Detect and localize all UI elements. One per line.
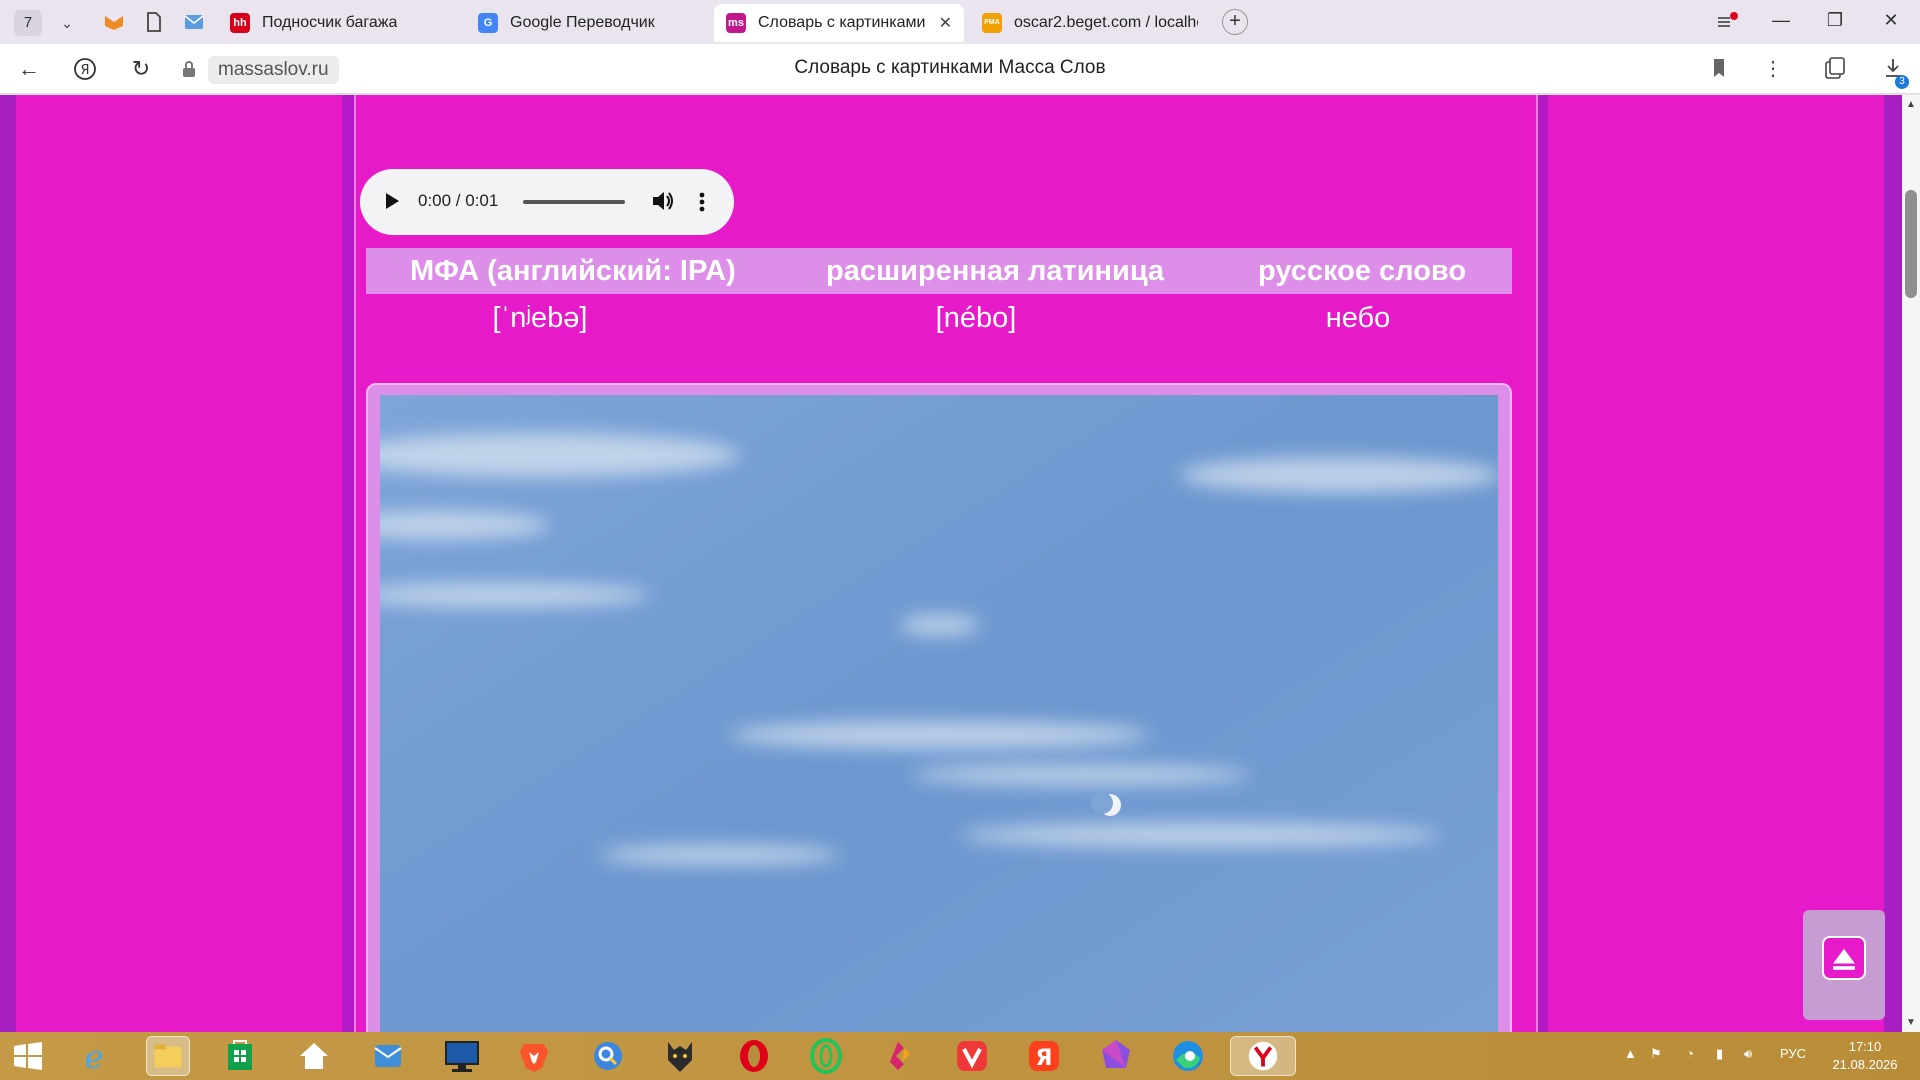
- tab-phpmyadmin[interactable]: PMA oscar2.beget.com / localho: [970, 4, 1210, 42]
- scroll-up-arrow-icon[interactable]: ▲: [1906, 99, 1916, 110]
- audio-time: 0:00 / 0:01: [418, 191, 499, 210]
- tab-title: Словарь с картинками: [758, 14, 926, 31]
- vertical-scrollbar[interactable]: ▲ ▼: [1902, 95, 1920, 1032]
- notifications-icon[interactable]: [1712, 10, 1742, 34]
- tab-title: Подносчик багажа: [262, 14, 398, 31]
- edge-icon[interactable]: [1168, 1036, 1208, 1076]
- value-russian: небо: [1325, 302, 1391, 334]
- pinned-tab-icon[interactable]: [102, 10, 126, 34]
- value-ipa: [ˈnʲebə]: [492, 302, 588, 334]
- volume-icon[interactable]: [650, 187, 676, 215]
- document-icon[interactable]: [142, 10, 166, 34]
- store-icon[interactable]: [220, 1036, 260, 1076]
- page-title: Словарь с картинками Масса Слов: [794, 57, 1106, 78]
- svg-text:Я: Я: [80, 63, 89, 78]
- downloads-count-badge: 3: [1895, 75, 1909, 89]
- value-latin: [nébo]: [935, 302, 1017, 334]
- mail-icon[interactable]: [182, 10, 206, 34]
- back-arrow-icon[interactable]: ←: [16, 56, 42, 82]
- image-frame: [366, 383, 1512, 1032]
- mail-app-icon[interactable]: [368, 1036, 408, 1076]
- lenovo-desktop-icon[interactable]: [440, 1036, 484, 1076]
- arrow-up-icon: [1822, 936, 1866, 980]
- close-window-icon[interactable]: ✕: [1876, 10, 1906, 31]
- column-border-left-highlight: [354, 95, 356, 1032]
- yandex-icon[interactable]: Я: [1024, 1036, 1064, 1076]
- svg-text:e: e: [85, 1038, 104, 1076]
- taskbar-clock[interactable]: 17:10 21.08.2026: [1820, 1038, 1910, 1074]
- left-side-stripe: [0, 95, 16, 1032]
- taskbar: e Я ▲ ⚑ ◔ ▮ 🔊︎ РУС 17:10 21.08.2026: [0, 1032, 1920, 1080]
- brave-icon[interactable]: [514, 1036, 554, 1076]
- home-icon[interactable]: [294, 1036, 334, 1076]
- tray-network-icon[interactable]: ◔: [1686, 1046, 1694, 1061]
- audio-more-icon[interactable]: [699, 189, 705, 215]
- collections-icon[interactable]: [1822, 56, 1848, 82]
- tray-volume-icon[interactable]: 🔊︎: [1744, 1046, 1752, 1062]
- tab-dictionary[interactable]: ms Словарь с картинками ✕: [714, 4, 964, 42]
- close-tab-icon[interactable]: ✕: [939, 13, 952, 33]
- lock-icon[interactable]: [182, 60, 196, 78]
- address-bar: ← Я ↻ massaslov.ru Словарь с картинками …: [0, 44, 1920, 94]
- audio-progress-slider[interactable]: [523, 200, 625, 204]
- more-options-icon[interactable]: ⋮: [1760, 56, 1786, 81]
- gem-app-icon[interactable]: [1096, 1036, 1136, 1076]
- restore-icon[interactable]: ❐: [1820, 10, 1850, 31]
- internet-explorer-icon[interactable]: e: [74, 1036, 114, 1076]
- header-latin: расширенная латиница: [826, 255, 1165, 287]
- tray-flag-icon[interactable]: ⚑: [1650, 1046, 1662, 1062]
- yandex-home-icon[interactable]: Я: [72, 56, 98, 82]
- scroll-down-arrow-icon[interactable]: ▼: [1906, 1017, 1916, 1028]
- yandex-browser-icon[interactable]: [1230, 1036, 1296, 1076]
- wolf-app-icon[interactable]: [660, 1036, 700, 1076]
- play-icon[interactable]: [386, 193, 399, 209]
- scrollbar-thumb[interactable]: [1905, 190, 1917, 298]
- google-translate-favicon-icon: G: [478, 13, 498, 33]
- tray-battery-icon[interactable]: ▮: [1716, 1046, 1723, 1062]
- sky-image: [380, 395, 1498, 1032]
- vivaldi-icon[interactable]: [952, 1036, 992, 1076]
- ms-favicon-icon: ms: [726, 13, 746, 33]
- opera-gx-icon[interactable]: [806, 1036, 846, 1076]
- opera-icon[interactable]: [734, 1036, 774, 1076]
- clock-time: 17:10: [1848, 1039, 1882, 1054]
- column-border-right: [1538, 95, 1548, 1032]
- tab-list-chevron-icon[interactable]: ⌄: [54, 10, 80, 36]
- audio-player[interactable]: 0:00 / 0:01: [360, 169, 734, 235]
- tray-language[interactable]: РУС: [1780, 1046, 1806, 1061]
- pronunciation-values-row: [ˈnʲebə] [nébo] небо: [366, 295, 1512, 341]
- new-tab-button[interactable]: +: [1222, 9, 1248, 35]
- column-border-left: [342, 95, 354, 1032]
- tab-title: oscar2.beget.com / localho: [1014, 14, 1198, 31]
- right-side-stripe: [1884, 95, 1902, 1032]
- hh-favicon-icon: hh: [230, 13, 250, 33]
- header-ipa: МФА (английский: IPA): [410, 255, 736, 287]
- bookmark-icon[interactable]: [1706, 56, 1732, 80]
- url-field[interactable]: massaslov.ru: [208, 56, 339, 84]
- tab-translate[interactable]: G Google Переводчик: [466, 4, 706, 42]
- tab-baggage[interactable]: hh Подносчик багажа: [218, 4, 458, 42]
- file-explorer-icon[interactable]: [146, 1036, 190, 1076]
- header-russian: русское слово: [1258, 255, 1467, 287]
- tab-title: Google Переводчик: [510, 14, 655, 31]
- slack-app-icon[interactable]: [880, 1036, 920, 1076]
- pma-favicon-icon: PMA: [982, 13, 1002, 33]
- minimize-icon[interactable]: —: [1766, 10, 1796, 31]
- clock-date: 21.08.2026: [1832, 1057, 1898, 1072]
- tab-strip: 7 ⌄ hh Подносчик багажа G Google Перевод…: [0, 0, 1920, 44]
- scroll-to-top-button[interactable]: [1803, 910, 1885, 1020]
- windows-start-icon[interactable]: [8, 1036, 48, 1076]
- pronunciation-header-row: МФА (английский: IPA) расширенная латини…: [366, 248, 1512, 294]
- page-content: 0:00 / 0:01 МФА (английский: IPA) расшир…: [0, 95, 1902, 1032]
- search-app-icon[interactable]: [588, 1036, 628, 1076]
- svg-text:Я: Я: [1036, 1046, 1053, 1071]
- reload-icon[interactable]: ↻: [128, 56, 154, 82]
- tray-chevron-icon[interactable]: ▲: [1624, 1046, 1637, 1061]
- tab-counter[interactable]: 7: [14, 10, 42, 36]
